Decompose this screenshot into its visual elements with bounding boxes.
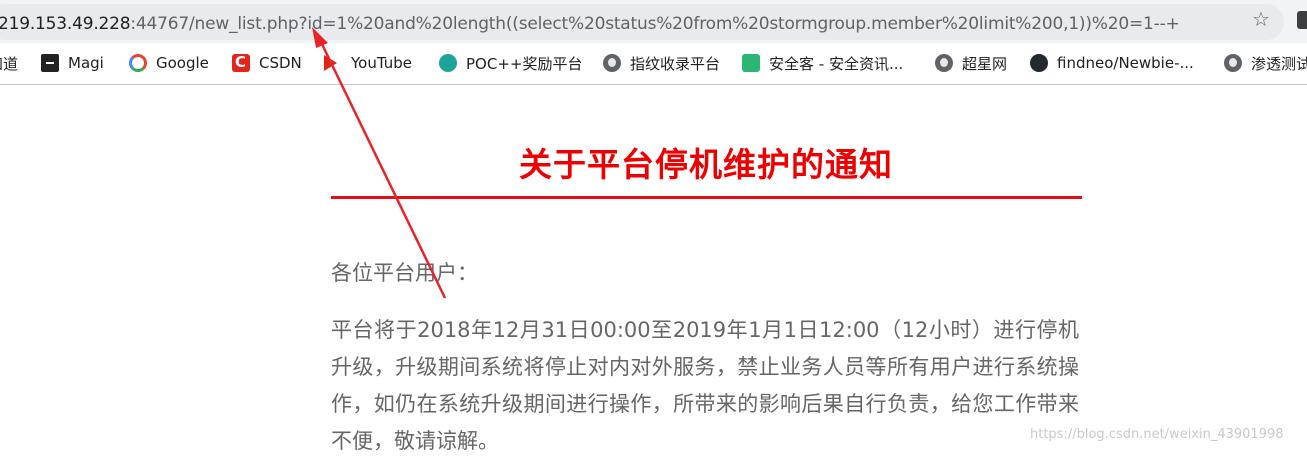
bookmark-csdn[interactable]: CSDN [232,53,302,73]
bookmark-magi[interactable]: Magi [41,53,104,73]
bookmark-label: POC++奖励平台 [466,54,583,73]
bookmark-poc[interactable]: POC++奖励平台 [439,53,582,73]
globe-icon [1224,54,1242,72]
greeting-text: 各位平台用户： [331,261,478,285]
bookmark-star-icon[interactable]: ☆ [1252,9,1270,29]
anquanke-icon [742,54,760,72]
bookmark-partial[interactable]: 知道 [0,53,18,73]
notice-body: 平台将于2018年12月31日00:00至2019年1月1日12:00（12小时… [331,318,1079,453]
title-divider [331,196,1082,199]
bookmark-label: Magi [68,54,104,72]
bookmark-label: 指纹收录平台 [630,54,721,73]
extension-icon[interactable] [1297,11,1307,29]
url-path: :44767/new_list.php?id=1%20and%20length(… [130,14,1180,34]
bookmark-youtube[interactable]: YouTube [324,53,412,73]
bookmark-label: CSDN [259,54,302,72]
bookmark-google[interactable]: Google [129,53,209,73]
github-icon [1030,54,1048,72]
bookmark-label: Google [156,54,209,72]
bookmark-fingerprint[interactable]: 指纹收录平台 [603,53,720,73]
browser-address-row: 219.153.49.228:44767/new_list.php?id=1%2… [0,0,1307,43]
url-host: 219.153.49.228 [0,14,131,34]
bookmark-label: 渗透测试 [1251,54,1307,73]
bookmark-label: YouTube [351,54,412,72]
bookmark-label: 安全客 - 安全资讯... [769,54,904,73]
address-bar[interactable]: 219.153.49.228:44767/new_list.php?id=1%2… [0,4,1284,40]
csdn-icon [232,53,250,72]
bookmark-label: 知道 [0,54,19,73]
bookmark-label: findneo/Newbie-... [1057,54,1194,72]
google-icon [129,54,147,72]
bookmark-github[interactable]: findneo/Newbie-... [1030,53,1194,73]
url-text[interactable]: 219.153.49.228:44767/new_list.php?id=1%2… [0,14,1180,34]
bookmark-anquanke[interactable]: 安全客 - 安全资讯... [742,53,903,73]
globe-icon [935,54,953,72]
watermark: https://blog.csdn.net/weixin_43901998 [1030,427,1284,442]
page-title: 关于平台停机维护的通知 [519,145,893,184]
poc-icon [439,54,457,72]
magi-icon [41,54,59,72]
bookmark-label: 超星网 [962,54,1008,73]
globe-icon [603,54,621,72]
bookmarks-bar: 知道 Magi Google CSDN YouTube POC++奖励平台 指纹… [0,43,1307,85]
bookmark-chaoxing[interactable]: 超星网 [935,53,1007,73]
youtube-icon [324,55,337,71]
bookmark-pentest[interactable]: 渗透测试 [1224,53,1307,73]
